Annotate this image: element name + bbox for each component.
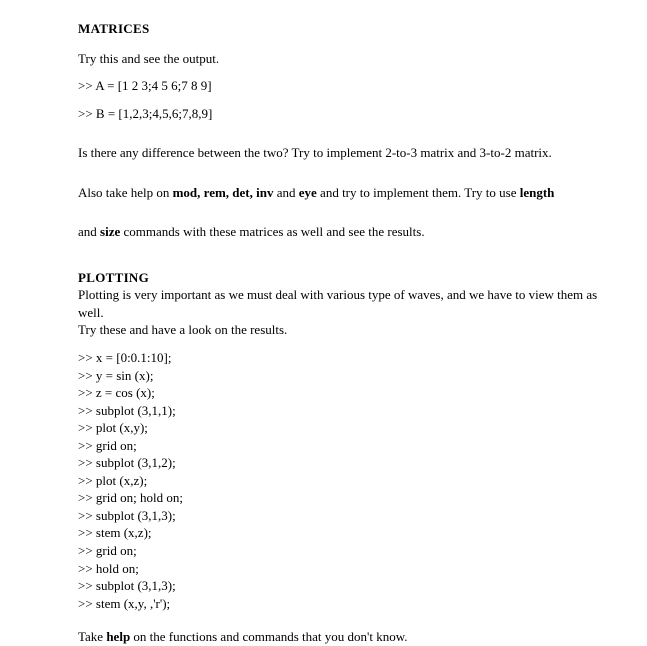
code-line: >> subplot (3,1,2); — [78, 454, 617, 472]
code-line: >> grid on; — [78, 437, 617, 455]
bold-size: size — [100, 224, 120, 239]
bold-length: length — [520, 185, 555, 200]
plotting-heading: PLOTTING — [78, 269, 617, 287]
matrices-code-a: >> A = [1 2 3;4 5 6;7 8 9] — [78, 77, 617, 95]
code-line: >> y = sin (x); — [78, 367, 617, 385]
bold-help: help — [106, 629, 130, 644]
text: on the functions and commands that you d… — [130, 629, 407, 644]
matrices-size-line: and size commands with these matrices as… — [78, 223, 617, 241]
bold-eye: eye — [299, 185, 317, 200]
bold-mod-rem-det-inv: mod, rem, det, inv — [173, 185, 274, 200]
text: and — [273, 185, 298, 200]
matrices-code-b: >> B = [1,2,3;4,5,6;7,8,9] — [78, 105, 617, 123]
text: Take — [78, 629, 106, 644]
code-line: >> stem (x,y, ,'r'); — [78, 595, 617, 613]
code-line: >> hold on; — [78, 560, 617, 578]
text: and try to implement them. Try to use — [317, 185, 520, 200]
code-line: >> subplot (3,1,3); — [78, 507, 617, 525]
plotting-code-block: >> x = [0:0.1:10];>> y = sin (x);>> z = … — [78, 349, 617, 612]
plotting-desc: Plotting is very important as we must de… — [78, 286, 617, 321]
matrices-heading: MATRICES — [78, 20, 617, 38]
code-line: >> stem (x,z); — [78, 524, 617, 542]
plotting-try-line: Try these and have a look on the results… — [78, 321, 617, 339]
matrices-diff-line: Is there any difference between the two?… — [78, 144, 617, 162]
code-line: >> subplot (3,1,3); — [78, 577, 617, 595]
code-line: >> plot (x,z); — [78, 472, 617, 490]
code-line: >> grid on; hold on; — [78, 489, 617, 507]
code-line: >> z = cos (x); — [78, 384, 617, 402]
code-line: >> x = [0:0.1:10]; — [78, 349, 617, 367]
plotting-footer: Take help on the functions and commands … — [78, 628, 617, 646]
code-line: >> plot (x,y); — [78, 419, 617, 437]
code-line: >> subplot (3,1,1); — [78, 402, 617, 420]
matrices-help-line: Also take help on mod, rem, det, inv and… — [78, 184, 617, 202]
text: Also take help on — [78, 185, 173, 200]
text: commands with these matrices as well and… — [120, 224, 424, 239]
text: and — [78, 224, 100, 239]
matrices-try-line: Try this and see the output. — [78, 50, 617, 68]
code-line: >> grid on; — [78, 542, 617, 560]
